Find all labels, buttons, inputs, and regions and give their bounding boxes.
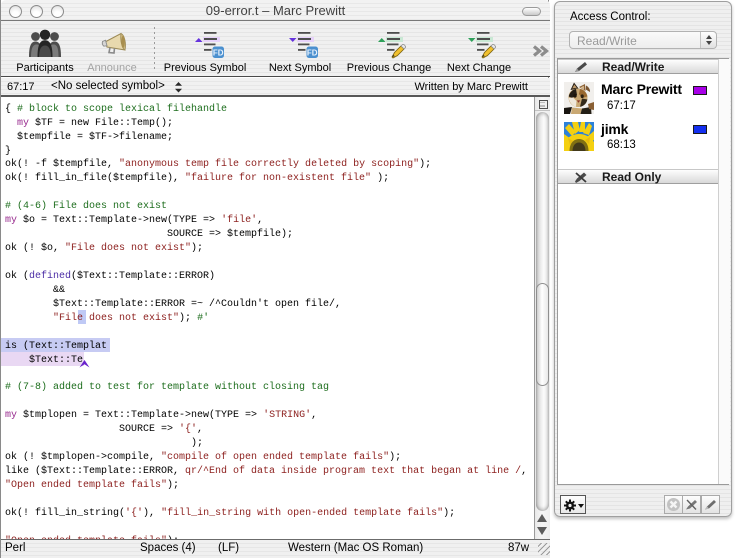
svg-text:FD: FD (213, 48, 224, 57)
svg-text:FD: FD (307, 48, 318, 57)
